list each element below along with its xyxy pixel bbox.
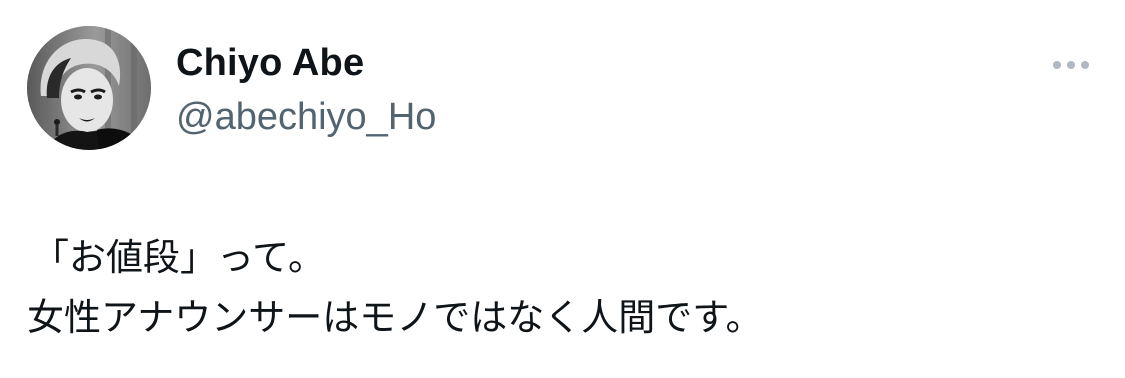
- tweet-text-line: 「お値段」って。: [32, 236, 326, 279]
- author-display-name[interactable]: Chiyo Abe: [176, 40, 364, 86]
- more-horizontal-icon-dot: [1067, 61, 1075, 69]
- more-horizontal-icon-dot: [1081, 61, 1089, 69]
- avatar[interactable]: [27, 26, 151, 150]
- tweet-text-line: 女性アナウンサーはモノではなく人間です。: [27, 296, 763, 339]
- avatar-photo: [27, 26, 151, 150]
- author-handle[interactable]: @abechiyo_Ho: [176, 94, 436, 140]
- tweet-text: 「お値段」って。 女性アナウンサーはモノではなく人間です。: [27, 228, 1097, 348]
- tweet-card: Chiyo Abe @abechiyo_Ho 「お値段」って。 女性アナウンサー…: [0, 0, 1125, 378]
- more-horizontal-icon: [1053, 61, 1061, 69]
- more-options-button[interactable]: [1040, 48, 1102, 82]
